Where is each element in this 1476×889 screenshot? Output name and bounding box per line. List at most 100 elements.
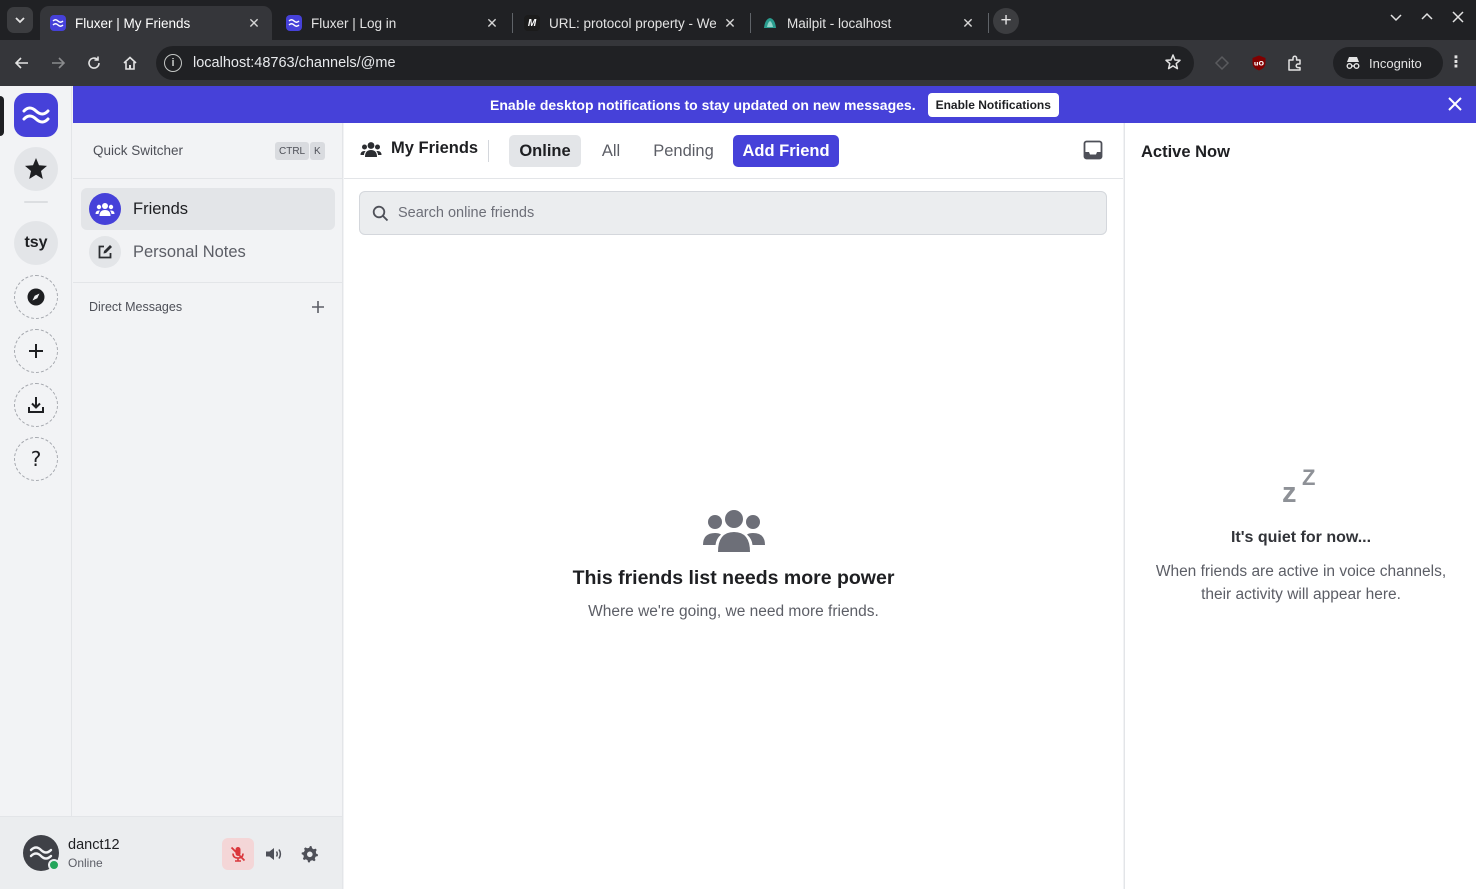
- window-close-icon[interactable]: [1448, 10, 1468, 28]
- quick-switcher-label: Quick Switcher: [93, 143, 184, 158]
- svg-text:uO: uO: [1254, 60, 1265, 68]
- fluxer-favicon-icon: [50, 15, 66, 31]
- notification-banner: Enable desktop notifications to stay upd…: [73, 86, 1476, 123]
- home-button[interactable]: [118, 51, 142, 75]
- tab-title: Fluxer | Log in: [311, 15, 397, 31]
- tab-online[interactable]: Online: [509, 135, 581, 167]
- tab-separator: [512, 13, 513, 33]
- fluxer-favicon-icon: [286, 15, 302, 31]
- explore-servers-button[interactable]: [14, 275, 58, 319]
- tab-title: Fluxer | My Friends: [75, 15, 191, 31]
- search-input[interactable]: [398, 205, 1078, 221]
- user-settings-button[interactable]: [294, 838, 326, 870]
- bookmark-star-icon[interactable]: [1164, 53, 1182, 76]
- selected-indicator: [0, 96, 4, 136]
- sidebar-item-personal-notes[interactable]: Personal Notes: [81, 231, 335, 273]
- extension-puzzle-disabled-icon[interactable]: [1211, 52, 1233, 74]
- deafen-button[interactable]: [258, 838, 290, 870]
- active-now-title: Active Now: [1141, 143, 1230, 161]
- notification-message: Enable desktop notifications to stay upd…: [490, 96, 916, 113]
- close-icon[interactable]: ✕: [722, 15, 738, 32]
- friends-header: My Friends Online All Pending Add Friend: [344, 123, 1123, 179]
- incognito-indicator[interactable]: Incognito: [1333, 47, 1443, 79]
- server-rail: tsy ?: [0, 86, 72, 889]
- tab-title: URL: protocol property - We: [549, 15, 716, 31]
- browser-menu-icon[interactable]: ⋮: [1446, 52, 1466, 72]
- empty-state: This friends list needs more power Where…: [344, 505, 1123, 621]
- help-icon: ?: [30, 447, 42, 471]
- direct-messages-header: Direct Messages: [89, 300, 183, 314]
- tab-separator: [988, 13, 989, 33]
- compass-icon: [27, 288, 45, 306]
- mute-microphone-button[interactable]: [222, 838, 254, 870]
- add-friend-button[interactable]: Add Friend: [733, 135, 839, 167]
- download-icon: [28, 397, 44, 413]
- sidebar-divider: [73, 282, 343, 283]
- page-title-text: My Friends: [391, 139, 479, 157]
- friends-icon: [360, 141, 382, 157]
- search-friends-field[interactable]: [359, 191, 1107, 235]
- close-icon[interactable]: [1448, 95, 1462, 117]
- reload-button[interactable]: [82, 51, 106, 75]
- friends-main-panel: My Friends Online All Pending Add Friend…: [344, 123, 1123, 889]
- channel-sidebar: Quick Switcher CTRL K Friends Personal N…: [73, 123, 343, 889]
- tab-separator: [750, 13, 751, 33]
- gear-icon: [301, 846, 318, 863]
- quick-switcher-button[interactable]: Quick Switcher CTRL K: [73, 123, 343, 179]
- shortcut-key-ctrl: CTRL: [275, 142, 310, 160]
- help-button[interactable]: ?: [14, 437, 58, 481]
- url-text: localhost:48763/channels/@me: [193, 55, 396, 71]
- inbox-icon[interactable]: [1083, 140, 1103, 165]
- tab-search-button[interactable]: [7, 7, 33, 33]
- back-button[interactable]: [10, 51, 34, 75]
- download-apps-button[interactable]: [14, 383, 58, 427]
- browser-tab-mailpit[interactable]: Mailpit - localhost ✕: [752, 6, 986, 40]
- search-icon: [372, 205, 389, 221]
- add-server-button[interactable]: [14, 329, 58, 373]
- maximize-chevron-icon[interactable]: [1417, 10, 1437, 28]
- edit-note-icon: [89, 236, 121, 268]
- active-now-panel: Active Now zZ It's quiet for now... When…: [1124, 123, 1476, 889]
- close-icon[interactable]: ✕: [246, 15, 262, 32]
- site-info-icon[interactable]: i: [164, 54, 182, 72]
- browser-tab-mdn[interactable]: M URL: protocol property - We ✕: [514, 6, 748, 40]
- active-now-empty-subtitle: When friends are active in voice channel…: [1155, 563, 1447, 603]
- reload-icon: [88, 56, 100, 69]
- close-icon[interactable]: ✕: [484, 15, 500, 32]
- speaker-icon: [266, 848, 282, 860]
- close-icon[interactable]: ✕: [960, 15, 976, 32]
- favorites-button[interactable]: [14, 147, 58, 191]
- user-status: Online: [68, 856, 103, 870]
- browser-tab-fluxer-friends[interactable]: Fluxer | My Friends ✕: [40, 6, 272, 40]
- sidebar-item-label: Friends: [133, 199, 189, 218]
- rail-separator: [24, 201, 48, 203]
- sidebar-item-label: Personal Notes: [133, 242, 246, 261]
- tab-pending[interactable]: Pending: [645, 135, 722, 167]
- browser-tabstrip: Fluxer | My Friends ✕ Fluxer | Log in ✕ …: [0, 0, 1476, 40]
- tab-all[interactable]: All: [593, 135, 629, 167]
- home-icon: [123, 56, 137, 70]
- enable-notifications-button[interactable]: Enable Notifications: [927, 92, 1059, 117]
- header-divider: [488, 140, 489, 162]
- chevron-down-icon: [15, 17, 25, 24]
- forward-button[interactable]: [46, 51, 70, 75]
- mailpit-favicon-icon: [762, 15, 778, 31]
- mdn-favicon-icon: M: [524, 15, 540, 31]
- mic-muted-icon: [230, 846, 246, 862]
- address-bar[interactable]: i localhost:48763/channels/@me: [156, 46, 1194, 80]
- home-button[interactable]: [14, 93, 58, 137]
- server-tsy[interactable]: tsy: [14, 221, 58, 265]
- friends-icon: [89, 193, 121, 225]
- browser-tab-fluxer-login[interactable]: Fluxer | Log in ✕: [276, 6, 510, 40]
- incognito-label: Incognito: [1369, 55, 1422, 71]
- create-dm-plus-icon[interactable]: [311, 297, 325, 320]
- arrow-right-icon: [52, 57, 66, 69]
- new-tab-button[interactable]: +: [993, 8, 1019, 34]
- minimize-chevron-icon[interactable]: [1386, 10, 1406, 28]
- sidebar-item-friends[interactable]: Friends: [81, 188, 335, 230]
- user-panel: danct12 Online: [0, 816, 343, 889]
- active-now-empty-title: It's quiet for now...: [1230, 529, 1372, 546]
- browser-toolbar: i localhost:48763/channels/@me uO Incogn…: [0, 40, 1476, 86]
- extensions-icon[interactable]: [1284, 52, 1306, 74]
- ublock-origin-icon[interactable]: uO: [1248, 52, 1270, 74]
